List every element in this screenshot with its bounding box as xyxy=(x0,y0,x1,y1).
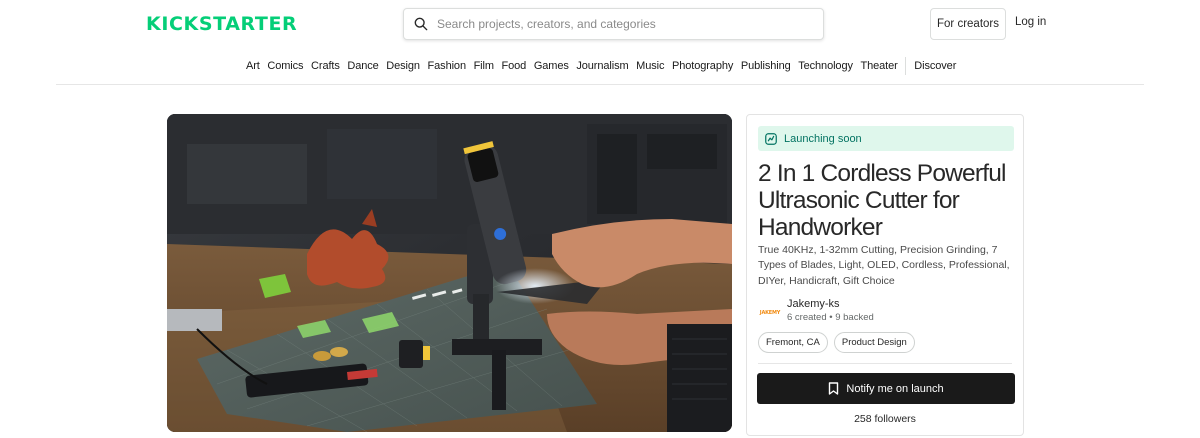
launching-soon-label: Launching soon xyxy=(784,132,862,145)
creator-name-link[interactable]: Jakemy-ks xyxy=(787,298,840,310)
project-blurb: True 40KHz, 1-32mm Cutting, Precision Gr… xyxy=(758,244,1010,287)
category-link-music[interactable]: Music xyxy=(636,60,664,72)
category-link-fashion[interactable]: Fashion xyxy=(428,60,467,72)
creator-logo-text: JAKEMY xyxy=(759,310,781,316)
category-link-games[interactable]: Games xyxy=(534,60,569,72)
category-link-photography[interactable]: Photography xyxy=(672,60,733,72)
category-link-dance[interactable]: Dance xyxy=(347,60,378,72)
search-input[interactable] xyxy=(437,17,807,31)
category-link-publishing[interactable]: Publishing xyxy=(741,60,791,72)
project-info-card: Launching soon 2 In 1 Cordless Powerful … xyxy=(746,114,1024,436)
nav-divider xyxy=(905,57,907,75)
category-link-film[interactable]: Film xyxy=(474,60,494,72)
bookmark-icon xyxy=(829,382,839,395)
category-link-design[interactable]: Design xyxy=(386,60,420,72)
category-link-comics[interactable]: Comics xyxy=(267,60,303,72)
search-icon xyxy=(414,17,428,31)
launching-soon-badge: Launching soon xyxy=(758,126,1014,151)
followers-count: 258 followers xyxy=(854,413,916,425)
location-tag[interactable]: Fremont, CA xyxy=(758,332,828,353)
creator-stats: 6 created • 9 backed xyxy=(787,312,874,323)
project-hero-image[interactable] xyxy=(167,114,732,432)
discover-link[interactable]: Discover xyxy=(914,60,956,72)
logo-text: KICKSTARTER xyxy=(146,13,298,35)
category-link-technology[interactable]: Technology xyxy=(798,60,853,72)
for-creators-button[interactable]: For creators xyxy=(930,8,1006,40)
hero-illustration xyxy=(167,114,732,432)
kickstarter-logo[interactable]: KICKSTARTER xyxy=(146,14,298,34)
category-link-theater[interactable]: Theater xyxy=(860,60,897,72)
login-link[interactable]: Log in xyxy=(1015,16,1046,28)
category-link-food[interactable]: Food xyxy=(502,60,527,72)
notify-me-button[interactable]: Notify me on launch xyxy=(757,373,1015,404)
notify-me-label: Notify me on launch xyxy=(846,382,944,395)
panel-divider xyxy=(758,363,1012,364)
search-bar[interactable] xyxy=(403,8,824,40)
category-link-art[interactable]: Art xyxy=(246,60,260,72)
project-tags: Fremont, CA Product Design xyxy=(758,332,915,353)
header-divider xyxy=(56,84,1144,85)
creator-avatar[interactable]: JAKEMY xyxy=(758,301,782,325)
project-title: 2 In 1 Cordless Powerful Ultrasonic Cutt… xyxy=(758,160,1007,241)
category-link-crafts[interactable]: Crafts xyxy=(311,60,340,72)
launch-rocket-icon xyxy=(765,132,777,145)
category-tag[interactable]: Product Design xyxy=(833,332,915,353)
category-nav: Art Comics Crafts Dance Design Fashion F… xyxy=(246,57,964,75)
category-link-journalism[interactable]: Journalism xyxy=(576,60,628,72)
